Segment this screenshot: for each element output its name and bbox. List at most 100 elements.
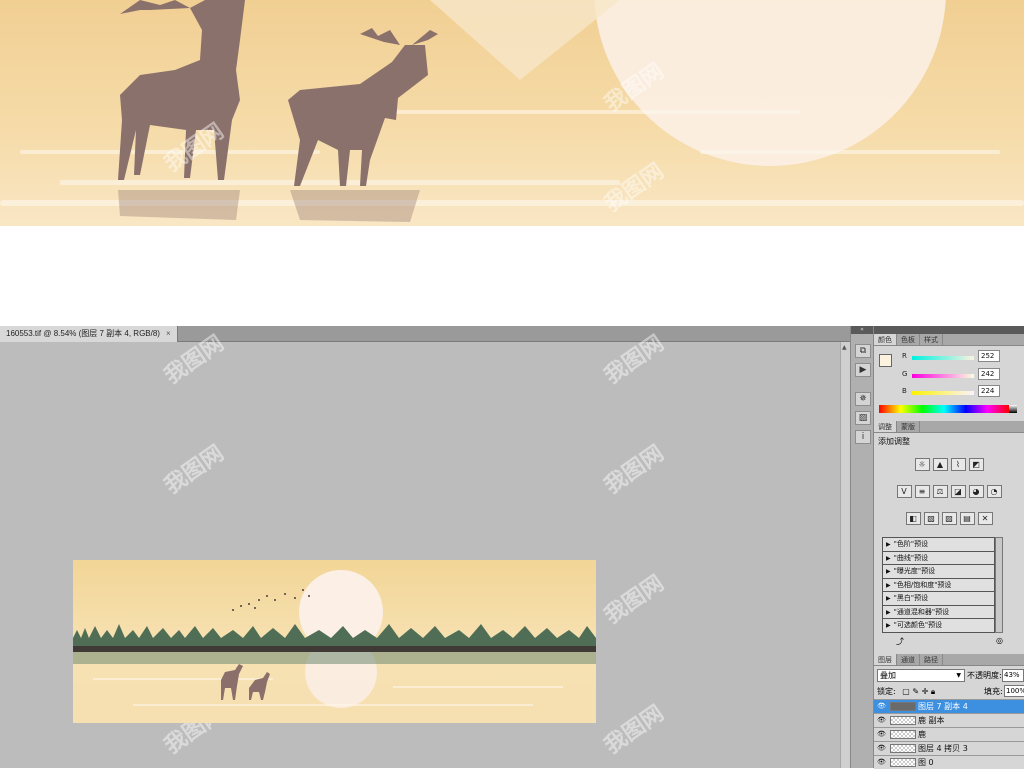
chevron-down-icon: ▼ <box>956 672 961 679</box>
tab-channels[interactable]: 通道 <box>897 654 920 665</box>
lock-move-icon[interactable]: ✛ <box>922 687 929 696</box>
posterize-icon[interactable]: ▧ <box>923 512 939 525</box>
layer-row[interactable]: 👁︎ 鹿 <box>874 727 1024 741</box>
blend-mode-value: 叠加 <box>880 671 896 680</box>
adjustments-footer: ⤴ ◎ <box>874 636 1024 650</box>
history-icon[interactable]: ⧉ <box>855 344 871 358</box>
blend-mode-select[interactable]: 叠加 ▼ <box>877 669 965 682</box>
layer-row[interactable]: 👁︎ 鹿 副本 <box>874 713 1024 727</box>
artwork-illustration <box>0 0 1024 226</box>
scroll-up-icon[interactable]: ▲ <box>842 344 847 351</box>
vibrance-icon[interactable]: V <box>896 485 912 498</box>
red-slider[interactable] <box>912 356 974 360</box>
black-white-ramp[interactable] <box>1009 405 1017 413</box>
fill-input[interactable]: 100% <box>1004 685 1024 697</box>
foreground-color-swatch[interactable] <box>879 354 892 367</box>
artwork-preview: 我图网 我图网 我图网 <box>0 0 1024 226</box>
layer-name: 鹿 <box>918 730 926 739</box>
layer-row[interactable]: 👁︎ 图层 7 副本 4 <box>874 699 1024 713</box>
preset-item[interactable]: ▶ "通道混和器"预设 <box>883 606 994 619</box>
document-illustration <box>73 560 596 723</box>
preset-item[interactable]: ▶ "曲线"预设 <box>883 552 994 565</box>
preset-item[interactable]: ▶ "色相/饱和度"预设 <box>883 579 994 592</box>
document-tab[interactable]: 160553.tif @ 8.54% (图层 7 副本 4, RGB/8) × <box>0 326 178 342</box>
canvas-area[interactable]: 我图网 我图网 我图网 我图网 我图网 我图网 我图网 我图网 <box>0 331 840 768</box>
layer-row[interactable]: 👁︎ 图层 4 拷贝 3 <box>874 741 1024 755</box>
tab-adjustments[interactable]: 调整 <box>874 421 897 432</box>
lock-paint-icon[interactable]: ✎ <box>912 687 919 696</box>
invert-icon[interactable]: ◧ <box>905 512 921 525</box>
info-icon[interactable]: i <box>855 430 871 444</box>
document-tab-title: 160553.tif @ 8.54% (图层 7 副本 4, RGB/8) <box>6 329 160 338</box>
brightness-icon[interactable]: ☼ <box>914 458 930 471</box>
color-panel-tabs: 颜色 色板 样式 <box>874 334 1024 346</box>
eye-icon[interactable]: 👁︎ <box>877 756 886 769</box>
adjustment-row-1: ☼ ▲ ⌇ ◩ <box>874 458 1024 471</box>
presets-scrollbar[interactable] <box>995 537 1003 633</box>
eye-icon[interactable]: 👁︎ <box>877 742 886 755</box>
layer-thumbnail <box>890 702 916 711</box>
photo-filter-icon[interactable]: ◕ <box>968 485 984 498</box>
green-slider[interactable] <box>912 374 974 378</box>
exposure-icon[interactable]: ◩ <box>968 458 984 471</box>
blue-label: B <box>902 387 907 395</box>
panels-header <box>874 326 1024 334</box>
gradient-map-icon[interactable]: ▤ <box>959 512 975 525</box>
color-panel: 颜色 色板 样式 R 252 G 242 B 224 <box>874 334 1024 421</box>
layer-row[interactable]: 👁︎ 图 0 <box>874 755 1024 769</box>
adjustment-presets-list: ▶ "色阶"预设 ▶ "曲线"预设 ▶ "曝光度"预设 ▶ "色相/饱和度"预设 ▶ "黑… <box>882 537 995 633</box>
lock-all-icon[interactable]: 🔒︎ <box>931 687 935 696</box>
watermark: 我图网 <box>600 440 669 500</box>
hue-saturation-icon[interactable]: ≡ <box>914 485 930 498</box>
preset-item[interactable]: ▶ "曝光度"预设 <box>883 565 994 579</box>
color-balance-icon[interactable]: ⚖ <box>932 485 948 498</box>
preset-item[interactable]: ▶ "色阶"预设 <box>883 538 994 552</box>
tab-styles[interactable]: 样式 <box>920 334 943 345</box>
close-icon[interactable]: × <box>166 329 171 338</box>
navigator-icon[interactable]: ✵ <box>855 392 871 406</box>
channel-mixer-icon[interactable]: ◔ <box>986 485 1002 498</box>
eye-icon[interactable]: 👁︎ <box>877 728 886 741</box>
lock-transparent-icon[interactable]: ▢ <box>902 687 910 696</box>
collapse-icon[interactable]: « <box>851 326 873 334</box>
tab-masks[interactable]: 蒙版 <box>897 421 920 432</box>
image-icon[interactable]: ▨ <box>855 411 871 425</box>
eye-icon[interactable]: 👁︎ <box>877 700 886 713</box>
tab-swatches[interactable]: 色板 <box>897 334 920 345</box>
clip-layer-icon[interactable]: ◎ <box>996 636 1003 645</box>
eye-icon[interactable]: 👁︎ <box>877 714 886 727</box>
return-icon[interactable]: ⤴ <box>896 636 904 647</box>
levels-icon[interactable]: ▲ <box>932 458 948 471</box>
tab-layers[interactable]: 图层 <box>874 654 897 665</box>
document-image[interactable] <box>73 560 596 723</box>
layers-panel: 图层 通道 路径 叠加 ▼ 不透明度: 43% 锁定: ▢ ✎ ✛ 🔒︎ 填充:… <box>874 654 1024 769</box>
green-slider-row: G 242 <box>902 368 1022 384</box>
tab-paths[interactable]: 路径 <box>920 654 943 665</box>
preset-item[interactable]: ▶ "可选颜色"预设 <box>883 619 994 633</box>
vertical-scrollbar[interactable]: ▲ <box>840 342 850 768</box>
opacity-input[interactable]: 43% <box>1002 669 1024 682</box>
layer-thumbnail <box>890 716 916 725</box>
layer-name: 鹿 副本 <box>918 716 945 725</box>
layer-thumbnail <box>890 730 916 739</box>
preset-item[interactable]: ▶ "黑白"预设 <box>883 592 994 606</box>
green-value[interactable]: 242 <box>978 368 1000 380</box>
actions-icon[interactable]: ▶ <box>855 363 871 377</box>
forest-reflection <box>73 652 596 664</box>
black-white-icon[interactable]: ◪ <box>950 485 966 498</box>
selective-color-icon[interactable]: ✕ <box>977 512 993 525</box>
layer-name: 图层 4 拷贝 3 <box>918 744 968 753</box>
curves-icon[interactable]: ⌇ <box>950 458 966 471</box>
lock-row: 锁定: ▢ ✎ ✛ 🔒︎ 填充: 100% <box>877 685 1024 697</box>
blue-value[interactable]: 224 <box>978 385 1000 397</box>
tab-color[interactable]: 颜色 <box>874 334 897 345</box>
color-spectrum[interactable] <box>879 405 1009 413</box>
red-value[interactable]: 252 <box>978 350 1000 362</box>
add-adjustment-title: 添加调整 <box>878 437 910 446</box>
threshold-icon[interactable]: ▨ <box>941 512 957 525</box>
adjustments-panel-tabs: 调整 蒙版 <box>874 421 1024 433</box>
red-label: R <box>902 352 907 360</box>
opacity-label: 不透明度: <box>967 671 1002 680</box>
layer-name: 图 0 <box>918 758 934 767</box>
blue-slider[interactable] <box>912 391 974 395</box>
